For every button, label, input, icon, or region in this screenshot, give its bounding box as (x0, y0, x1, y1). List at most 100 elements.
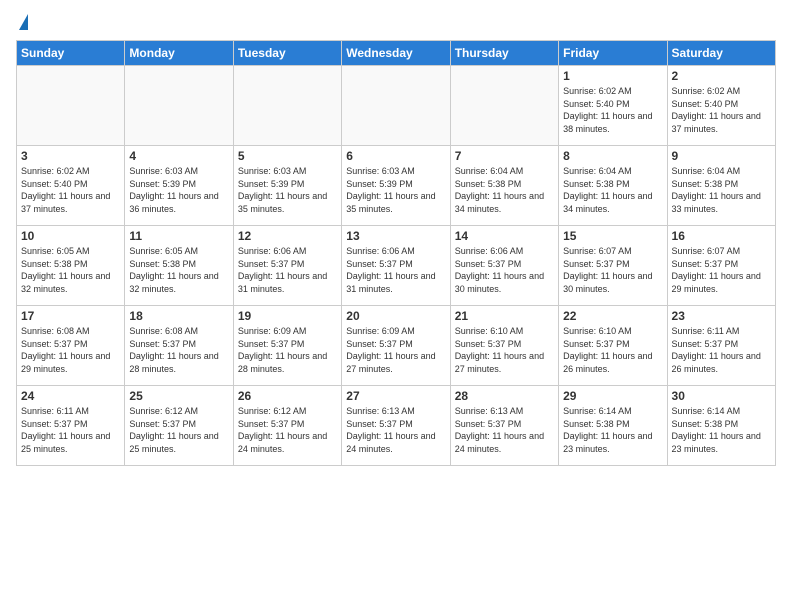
day-info: Sunrise: 6:11 AM Sunset: 5:37 PM Dayligh… (672, 325, 771, 375)
day-number: 29 (563, 389, 662, 403)
day-number: 25 (129, 389, 228, 403)
day-info: Sunrise: 6:13 AM Sunset: 5:37 PM Dayligh… (346, 405, 445, 455)
calendar-day-19: 19 Sunrise: 6:09 AM Sunset: 5:37 PM Dayli… (233, 306, 341, 386)
day-info: Sunrise: 6:14 AM Sunset: 5:38 PM Dayligh… (563, 405, 662, 455)
day-number: 9 (672, 149, 771, 163)
calendar-day-21: 21 Sunrise: 6:10 AM Sunset: 5:37 PM Dayli… (450, 306, 558, 386)
calendar-day-9: 9 Sunrise: 6:04 AM Sunset: 5:38 PM Daylig… (667, 146, 775, 226)
day-number: 22 (563, 309, 662, 323)
calendar-day-10: 10Sunrise: 6:05 AM Sunset: 5:38 PM Dayli… (17, 226, 125, 306)
calendar-day-3: 3 Sunrise: 6:02 AM Sunset: 5:40 PM Daylig… (17, 146, 125, 226)
calendar-day-18: 18 Sunrise: 6:08 AM Sunset: 5:37 PM Dayli… (125, 306, 233, 386)
day-info: Sunrise: 6:05 AM Sunset: 5:38 PM Dayligh… (129, 245, 228, 295)
calendar-day-2: 2 Sunrise: 6:02 AM Sunset: 5:40 PM Daylig… (667, 66, 775, 146)
day-number: 17 (21, 309, 120, 323)
calendar-day-28: 28 Sunrise: 6:13 AM Sunset: 5:37 PM Dayli… (450, 386, 558, 466)
day-number: 19 (238, 309, 337, 323)
calendar-day-27: 27 Sunrise: 6:13 AM Sunset: 5:37 PM Dayli… (342, 386, 450, 466)
day-info: Sunrise: 6:06 AM Sunset: 5:37 PM Dayligh… (238, 245, 337, 295)
day-number: 18 (129, 309, 228, 323)
calendar-day-22: 22 Sunrise: 6:10 AM Sunset: 5:37 PM Dayli… (559, 306, 667, 386)
day-info: Sunrise: 6:02 AM Sunset: 5:40 PM Dayligh… (563, 85, 662, 135)
day-number: 4 (129, 149, 228, 163)
calendar-day-6: 6Sunrise: 6:03 AM Sunset: 5:39 PM Daylig… (342, 146, 450, 226)
day-info: Sunrise: 6:07 AM Sunset: 5:37 PM Dayligh… (672, 245, 771, 295)
logo (16, 16, 28, 32)
day-number: 27 (346, 389, 445, 403)
calendar-empty-cell (17, 66, 125, 146)
calendar-header-monday: Monday (125, 41, 233, 66)
day-info: Sunrise: 6:13 AM Sunset: 5:37 PM Dayligh… (455, 405, 554, 455)
day-number: 20 (346, 309, 445, 323)
day-number: 13 (346, 229, 445, 243)
day-info: Sunrise: 6:09 AM Sunset: 5:37 PM Dayligh… (238, 325, 337, 375)
calendar-day-20: 20 Sunrise: 6:09 AM Sunset: 5:37 PM Dayli… (342, 306, 450, 386)
calendar-day-15: 15 Sunrise: 6:07 AM Sunset: 5:37 PM Dayli… (559, 226, 667, 306)
day-number: 11 (129, 229, 228, 243)
page-header (16, 16, 776, 32)
day-number: 30 (672, 389, 771, 403)
calendar-week-row: 1 Sunrise: 6:02 AM Sunset: 5:40 PM Daylig… (17, 66, 776, 146)
calendar-week-row: 17 Sunrise: 6:08 AM Sunset: 5:37 PM Dayli… (17, 306, 776, 386)
logo-arrow-icon (19, 14, 28, 30)
calendar-day-11: 11 Sunrise: 6:05 AM Sunset: 5:38 PM Dayli… (125, 226, 233, 306)
day-number: 2 (672, 69, 771, 83)
calendar-empty-cell (450, 66, 558, 146)
calendar-day-12: 12 Sunrise: 6:06 AM Sunset: 5:37 PM Dayli… (233, 226, 341, 306)
calendar-empty-cell (125, 66, 233, 146)
day-info: Sunrise: 6:09 AM Sunset: 5:37 PM Dayligh… (346, 325, 445, 375)
day-number: 26 (238, 389, 337, 403)
day-info: Sunrise: 6:08 AM Sunset: 5:37 PM Dayligh… (129, 325, 228, 375)
day-info: Sunrise: 6:14 AM Sunset: 5:38 PM Dayligh… (672, 405, 771, 455)
day-info: Sunrise: 6:02 AM Sunset: 5:40 PM Dayligh… (21, 165, 120, 215)
day-number: 7 (455, 149, 554, 163)
calendar-header-tuesday: Tuesday (233, 41, 341, 66)
day-info: Sunrise: 6:03 AM Sunset: 5:39 PM Dayligh… (129, 165, 228, 215)
calendar-week-row: 24Sunrise: 6:11 AM Sunset: 5:37 PM Dayli… (17, 386, 776, 466)
day-info: Sunrise: 6:04 AM Sunset: 5:38 PM Dayligh… (455, 165, 554, 215)
calendar-day-17: 17 Sunrise: 6:08 AM Sunset: 5:37 PM Dayli… (17, 306, 125, 386)
calendar-day-7: 7 Sunrise: 6:04 AM Sunset: 5:38 PM Daylig… (450, 146, 558, 226)
calendar-day-13: 13 Sunrise: 6:06 AM Sunset: 5:37 PM Dayli… (342, 226, 450, 306)
day-number: 1 (563, 69, 662, 83)
day-info: Sunrise: 6:02 AM Sunset: 5:40 PM Dayligh… (672, 85, 771, 135)
calendar-day-30: 30 Sunrise: 6:14 AM Sunset: 5:38 PM Dayli… (667, 386, 775, 466)
calendar-day-23: 23 Sunrise: 6:11 AM Sunset: 5:37 PM Dayli… (667, 306, 775, 386)
day-info: Sunrise: 6:04 AM Sunset: 5:38 PM Dayligh… (563, 165, 662, 215)
day-number: 15 (563, 229, 662, 243)
day-info: Sunrise: 6:08 AM Sunset: 5:37 PM Dayligh… (21, 325, 120, 375)
calendar-day-16: 16Sunrise: 6:07 AM Sunset: 5:37 PM Dayli… (667, 226, 775, 306)
calendar-header-saturday: Saturday (667, 41, 775, 66)
calendar-table: SundayMondayTuesdayWednesdayThursdayFrid… (16, 40, 776, 466)
day-number: 3 (21, 149, 120, 163)
day-number: 10 (21, 229, 120, 243)
day-info: Sunrise: 6:10 AM Sunset: 5:37 PM Dayligh… (563, 325, 662, 375)
day-info: Sunrise: 6:06 AM Sunset: 5:37 PM Dayligh… (346, 245, 445, 295)
calendar-week-row: 3 Sunrise: 6:02 AM Sunset: 5:40 PM Daylig… (17, 146, 776, 226)
day-number: 6 (346, 149, 445, 163)
day-info: Sunrise: 6:06 AM Sunset: 5:37 PM Dayligh… (455, 245, 554, 295)
day-info: Sunrise: 6:12 AM Sunset: 5:37 PM Dayligh… (238, 405, 337, 455)
calendar-week-row: 10 Sunrise: 6:05 AM Sunset: 5:38 PM Dayli… (17, 226, 776, 306)
day-number: 23 (672, 309, 771, 323)
calendar-header-thursday: Thursday (450, 41, 558, 66)
day-info: Sunrise: 6:10 AM Sunset: 5:37 PM Dayligh… (455, 325, 554, 375)
calendar-day-4: 4 Sunrise: 6:03 AM Sunset: 5:39 PM Daylig… (125, 146, 233, 226)
calendar-day-24: 24Sunrise: 6:11 AM Sunset: 5:37 PM Dayli… (17, 386, 125, 466)
calendar-header-friday: Friday (559, 41, 667, 66)
day-number: 28 (455, 389, 554, 403)
day-info: Sunrise: 6:11 AM Sunset: 5:37 PM Dayligh… (21, 405, 120, 455)
day-number: 12 (238, 229, 337, 243)
day-number: 8 (563, 149, 662, 163)
calendar-day-14: 14 Sunrise: 6:06 AM Sunset: 5:37 PM Dayli… (450, 226, 558, 306)
day-number: 5 (238, 149, 337, 163)
day-info: Sunrise: 6:07 AM Sunset: 5:37 PM Dayligh… (563, 245, 662, 295)
day-number: 21 (455, 309, 554, 323)
calendar-day-1: 1 Sunrise: 6:02 AM Sunset: 5:40 PM Daylig… (559, 66, 667, 146)
calendar-day-26: 26 Sunrise: 6:12 AM Sunset: 5:37 PM Dayli… (233, 386, 341, 466)
calendar-empty-cell (233, 66, 341, 146)
day-info: Sunrise: 6:04 AM Sunset: 5:38 PM Dayligh… (672, 165, 771, 215)
day-number: 14 (455, 229, 554, 243)
calendar-header-sunday: Sunday (17, 41, 125, 66)
calendar-header-row: SundayMondayTuesdayWednesdayThursdayFrid… (17, 41, 776, 66)
